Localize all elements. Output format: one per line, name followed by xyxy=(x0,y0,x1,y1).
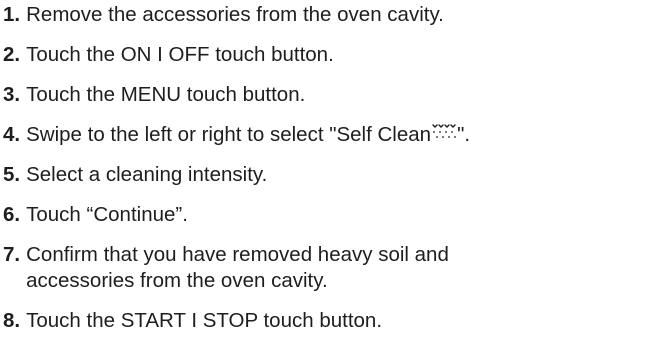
step-number: 5. xyxy=(3,163,21,186)
step-text-line-2: accessories from the oven cavity. xyxy=(26,269,328,292)
step-text: Select a cleaning intensity. xyxy=(26,163,268,186)
instruction-steps: 1. Remove the accessories from the oven … xyxy=(3,2,643,348)
step-text: Touch the ON I OFF touch button. xyxy=(26,43,334,66)
self-clean-icon xyxy=(432,124,456,138)
step-8: 8. Touch the START I STOP touch button. xyxy=(3,308,643,348)
step-text: Swipe to the left or right to select "Se… xyxy=(26,122,643,148)
step-number: 3. xyxy=(3,83,21,106)
step-6: 6. Touch “Continue”. xyxy=(3,202,643,242)
step-text: Touch “Continue”. xyxy=(26,203,188,226)
step-text-line-1: Confirm that you have removed heavy soil… xyxy=(26,243,449,266)
step-text: Confirm that you have removed heavy soil… xyxy=(26,242,643,294)
step-text-after: ". xyxy=(457,123,471,146)
step-3: 3. Touch the MENU touch button. xyxy=(3,82,643,122)
step-2: 2. Touch the ON I OFF touch button. xyxy=(3,42,643,82)
step-number: 7. xyxy=(3,243,21,266)
step-number: 4. xyxy=(3,123,21,146)
step-number: 2. xyxy=(3,43,21,66)
step-text: Touch the MENU touch button. xyxy=(26,83,306,106)
step-number: 6. xyxy=(3,203,21,226)
step-text: Touch the START I STOP touch button. xyxy=(26,309,383,332)
step-text: Remove the accessories from the oven cav… xyxy=(26,3,444,26)
step-text-before: Swipe to the left or right to select "Se… xyxy=(26,123,432,146)
step-7: 7. Confirm that you have removed heavy s… xyxy=(3,242,643,308)
step-number: 1. xyxy=(3,3,21,26)
step-4: 4. Swipe to the left or right to select … xyxy=(3,122,643,162)
step-5: 5. Select a cleaning intensity. xyxy=(3,162,643,202)
step-1: 1. Remove the accessories from the oven … xyxy=(3,2,643,42)
step-number: 8. xyxy=(3,309,21,332)
